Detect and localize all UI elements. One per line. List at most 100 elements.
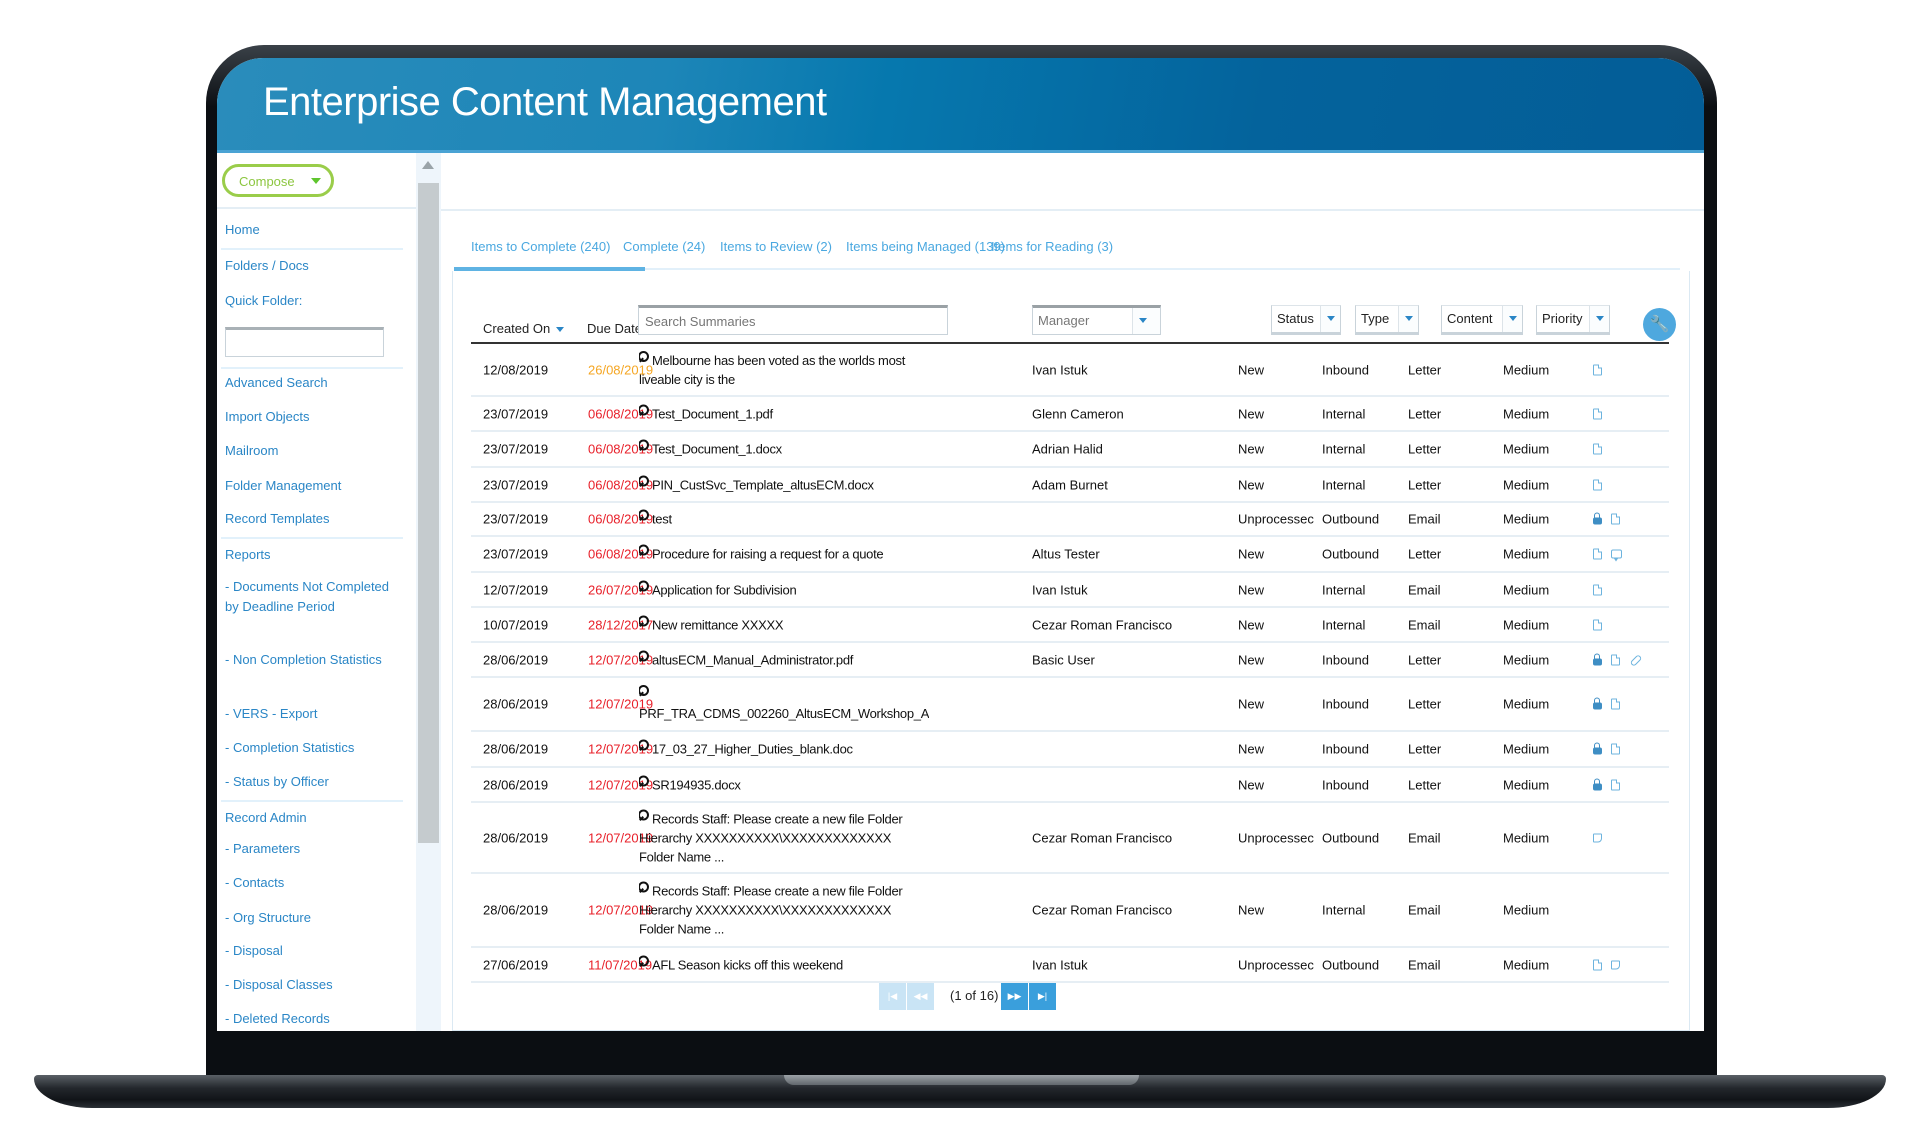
sidebar-item[interactable]: - Completion Statistics (225, 738, 405, 758)
manager-dropdown[interactable]: Manager (1032, 305, 1161, 335)
lock-icon[interactable] (1593, 512, 1602, 525)
sidebar-item[interactable]: Folder Management (225, 476, 405, 496)
summary-cell[interactable]: Records Staff: Please create a new file … (639, 809, 929, 866)
document-icon[interactable] (1593, 959, 1602, 970)
sidebar-item[interactable]: - Contacts (225, 873, 405, 893)
summary-cell[interactable]: altusECM_Manual_Administrator.pdf (639, 650, 929, 669)
preview-magnifier-icon[interactable] (639, 650, 649, 662)
preview-magnifier-icon[interactable] (639, 615, 649, 627)
table-row[interactable]: 23/07/2019 06/08/2019 Adam Burnet New Intern… (471, 468, 1669, 503)
sidebar-item[interactable]: Reports (225, 545, 405, 565)
table-row[interactable]: 12/08/2019 26/08/2019 Ivan Istuk New Inbound… (471, 344, 1669, 397)
quick-folder-input[interactable] (225, 327, 384, 357)
sidebar-item[interactable]: - Parameters (225, 839, 405, 859)
sort-created-on[interactable]: Created On (483, 321, 565, 336)
lock-icon[interactable] (1593, 742, 1602, 755)
table-row[interactable]: 23/07/2019 06/08/2019 Altus Tester New Outbo… (471, 537, 1669, 573)
preview-magnifier-icon[interactable] (639, 739, 649, 752)
prev-page-button[interactable]: ◀◀ (907, 983, 934, 1010)
document-icon[interactable] (1593, 619, 1602, 630)
document-icon[interactable] (1593, 479, 1602, 490)
tab-items-being-managed[interactable]: Items being Managed (139) (846, 239, 1005, 254)
table-row[interactable]: 28/06/2019 12/07/2019 New Inbound Letter Medi… (471, 678, 1669, 732)
link-icon[interactable] (1629, 654, 1640, 665)
sidebar-item[interactable]: Import Objects (225, 407, 405, 427)
next-page-button[interactable]: ▶▶ (1001, 983, 1028, 1010)
sidebar-item[interactable]: Record Admin (225, 808, 405, 828)
sidebar-item[interactable]: - Non Completion Statistics (225, 650, 405, 670)
document-icon[interactable] (1611, 779, 1620, 790)
preview-magnifier-icon[interactable] (639, 955, 649, 967)
sidebar-item[interactable]: - Org Structure (225, 908, 405, 928)
sidebar-item[interactable]: Advanced Search (225, 373, 405, 393)
preview-magnifier-icon[interactable] (639, 775, 649, 787)
content-filter[interactable]: Content (1441, 305, 1523, 335)
sidebar-item[interactable]: - Disposal (225, 941, 405, 961)
preview-magnifier-icon[interactable] (639, 580, 649, 592)
last-page-button[interactable]: ▶| (1029, 983, 1056, 1010)
table-row[interactable]: 28/06/2019 12/07/2019 New Inbound Letter Medi… (471, 768, 1669, 803)
first-page-button[interactable]: |◀ (879, 983, 906, 1010)
summary-cell[interactable]: Records Staff: Please create a new file … (639, 881, 929, 939)
sidebar-item[interactable]: Record Templates (225, 509, 405, 529)
table-row[interactable]: 28/06/2019 12/07/2019 Basic User New Inbound… (471, 643, 1669, 678)
preview-magnifier-icon[interactable] (639, 544, 649, 557)
document-icon[interactable] (1611, 654, 1620, 665)
status-filter[interactable]: Status (1271, 305, 1341, 335)
document-icon[interactable] (1593, 364, 1602, 375)
preview-magnifier-icon[interactable] (639, 509, 649, 522)
sidebar-item[interactable]: Home (225, 220, 405, 240)
tab-items-to-review[interactable]: Items to Review (2) (720, 239, 832, 254)
note-icon[interactable] (1611, 960, 1620, 969)
summary-cell[interactable]: Procedure for raising a request for a qu… (639, 544, 929, 564)
lock-icon[interactable] (1593, 778, 1602, 790)
sidebar-item[interactable]: - Documents Not Completed by Deadline Pe… (225, 577, 405, 616)
sidebar-item[interactable]: - Deleted Records (225, 1009, 405, 1029)
summary-cell[interactable]: Application for Subdivision (639, 580, 929, 599)
sidebar-item[interactable]: Folders / Docs (225, 256, 405, 276)
summary-cell[interactable]: Test_Document_1.docx (639, 439, 929, 459)
preview-magnifier-icon[interactable] (639, 685, 649, 697)
summary-cell[interactable]: Test_Document_1.pdf (639, 404, 929, 423)
note-icon[interactable] (1593, 833, 1602, 842)
sidebar-scrollbar[interactable] (416, 153, 441, 1031)
document-icon[interactable] (1611, 513, 1620, 525)
preview-magnifier-icon[interactable] (639, 439, 649, 452)
table-row[interactable]: 23/07/2019 06/08/2019 Adrian Halid New Inter… (471, 432, 1669, 468)
priority-filter[interactable]: Priority (1536, 305, 1610, 335)
summary-cell[interactable]: PIN_CustSvc_Template_altusECM.docx (639, 475, 929, 494)
sidebar-item[interactable]: Mailroom (225, 441, 405, 461)
table-row[interactable]: 28/06/2019 12/07/2019 New Inbound Letter Medi… (471, 732, 1669, 768)
preview-magnifier-icon[interactable] (639, 475, 649, 487)
document-icon[interactable] (1593, 584, 1602, 595)
compose-button[interactable]: Compose (222, 164, 334, 197)
comment-icon[interactable] (1611, 549, 1622, 562)
summary-cell[interactable]: Melbourne has been voted as the worlds m… (639, 350, 929, 389)
table-row[interactable]: 28/06/2019 12/07/2019 Cezar Roman Francisc… (471, 803, 1669, 874)
table-row[interactable]: 10/07/2019 28/12/2017 Cezar Roman Francisc… (471, 608, 1669, 643)
table-row[interactable]: 23/07/2019 06/08/2019 Glenn Cameron New Inte… (471, 397, 1669, 432)
type-filter[interactable]: Type (1355, 305, 1419, 335)
summary-cell[interactable]: test (639, 509, 929, 529)
document-icon[interactable] (1593, 443, 1602, 455)
scroll-up-icon[interactable] (422, 161, 434, 169)
sidebar-item[interactable]: - Disposal Classes (225, 975, 405, 995)
table-row[interactable]: 12/07/2019 26/07/2019 Ivan Istuk New Interna… (471, 573, 1669, 608)
summary-cell[interactable]: 17_03_27_Higher_Duties_blank.doc (639, 739, 929, 759)
document-icon[interactable] (1611, 698, 1620, 710)
document-icon[interactable] (1611, 743, 1620, 755)
summary-cell[interactable]: New remittance XXXXX (639, 615, 929, 634)
scrollbar-thumb[interactable] (418, 183, 439, 843)
lock-icon[interactable] (1593, 653, 1602, 665)
lock-icon[interactable] (1593, 697, 1602, 710)
summary-cell[interactable]: AFL Season kicks off this weekend (639, 955, 929, 974)
document-icon[interactable] (1593, 408, 1602, 419)
search-summaries-input[interactable] (638, 305, 948, 335)
summary-cell[interactable]: PRF_TRA_CDMS_002260_AltusECM_Workshop_Ac… (639, 685, 929, 723)
tab-items-for-reading[interactable]: Items for Reading (3) (991, 239, 1113, 254)
settings-wrench-button[interactable]: 🔧 (1643, 308, 1676, 341)
sidebar-item[interactable]: - VERS - Export (225, 704, 405, 724)
tab-items-to-complete[interactable]: Items to Complete (240) (471, 239, 610, 254)
table-row[interactable]: 23/07/2019 06/08/2019 Unprocessec Outbound E… (471, 503, 1669, 537)
table-row[interactable]: 28/06/2019 12/07/2019 Cezar Roman Francisc… (471, 874, 1669, 948)
